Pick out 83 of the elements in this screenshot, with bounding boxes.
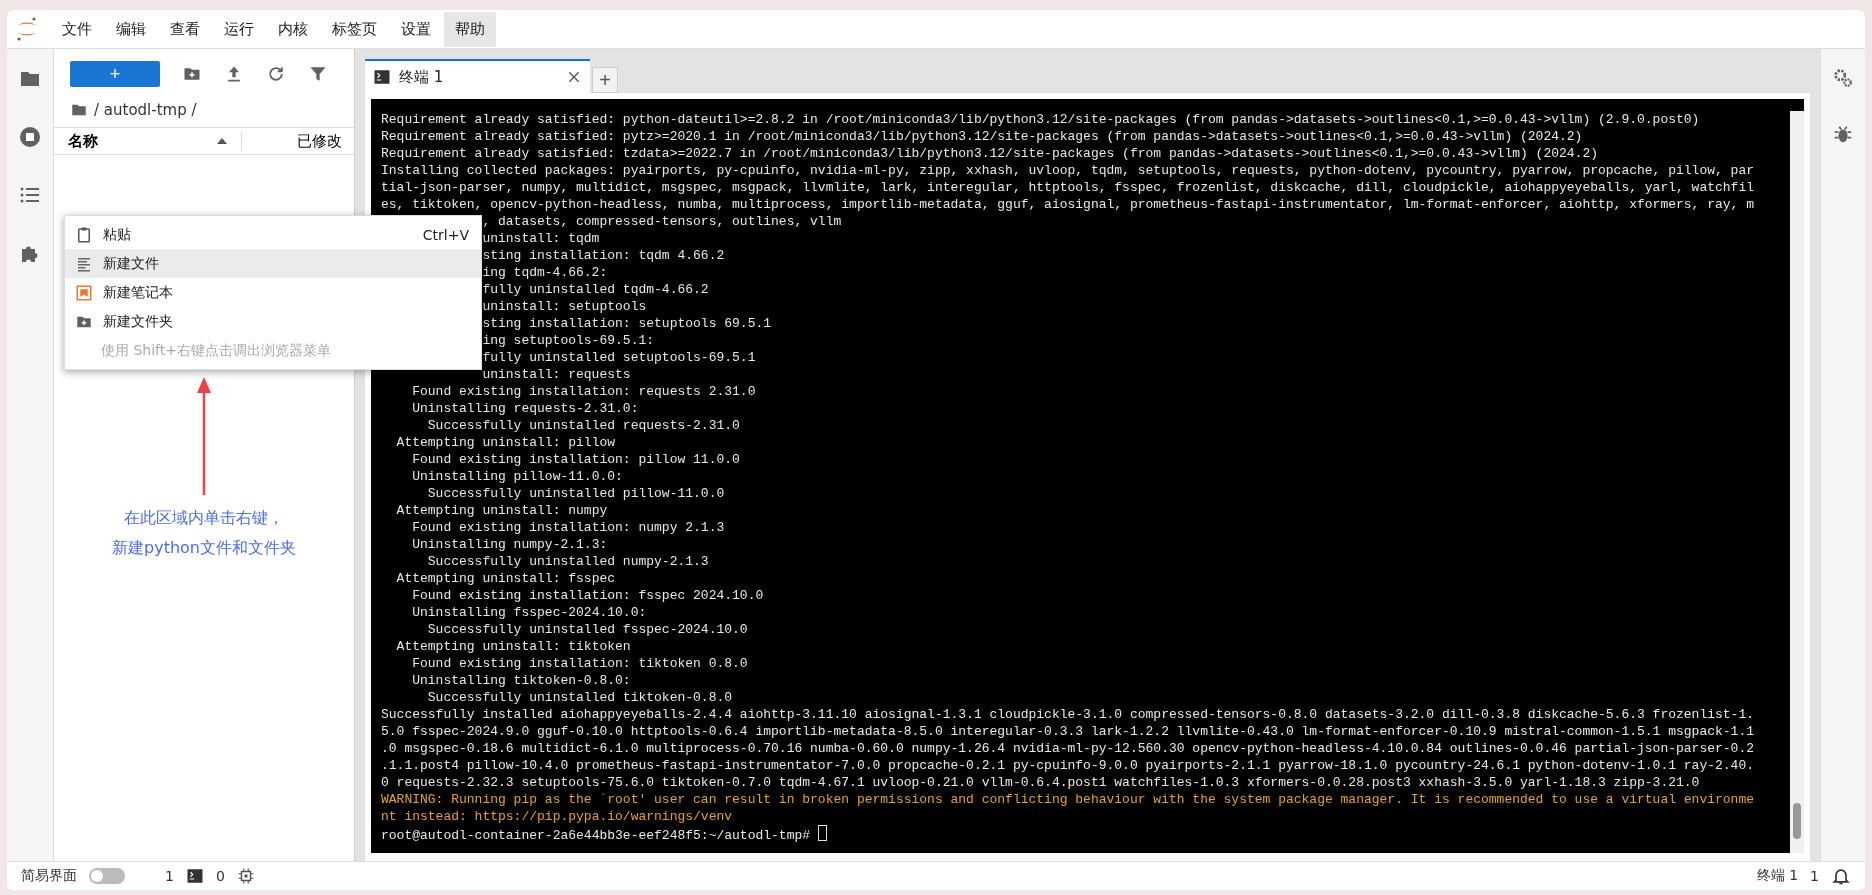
terminal-line: Successfully uninstalled requests-2.31.0 — [426, 418, 740, 433]
terminal-line: Successfully uninstalled tiktoken-0.8.0 — [426, 690, 733, 705]
status-label: 简易界面 — [21, 867, 77, 885]
terminal-icon[interactable] — [373, 68, 391, 86]
terminal-line: Attempting uninstall: tiktoken — [395, 639, 631, 654]
terminal-line: sting installation: setuptools 69.5.1 — [482, 316, 772, 331]
terminal-line: Successfully uninstalled numpy-2.1.3 — [426, 554, 709, 569]
toggle-switch[interactable] — [89, 868, 125, 884]
notebook-icon[interactable] — [75, 283, 93, 302]
terminal-line: Installing collected packages: pyairports, py-cpuinfo, nvidia-ml-py, zipp, xxhash, uvloop, tqdm, setuptools, requests, python-dotenv, pycountry, pyarrow, propcache, pillow, par — [381, 163, 1755, 178]
terminal-line: Attempting uninstall: numpy — [395, 503, 608, 518]
menu-item[interactable]: 运行 — [213, 11, 265, 47]
terminal-line: ing setuptools-69.5.1: — [482, 333, 655, 348]
terminal-line: Uninstalling numpy-2.1.3: — [411, 537, 608, 552]
terminal-line: Uninstalling tiktoken-0.8.0: — [411, 673, 631, 688]
sort-caret-icon — [217, 138, 227, 144]
menu-item[interactable]: 新建笔记本 — [65, 278, 481, 307]
menu-item[interactable]: 内核 — [267, 11, 319, 47]
stop-circle-icon[interactable] — [18, 125, 42, 149]
terminal-line: fully uninstalled setuptools-69.5.1 — [482, 350, 756, 365]
terminal-line: sting installation: tqdm 4.66.2 — [482, 248, 725, 263]
terminal-line: Successfully uninstalled pillow-11.0.0 — [426, 486, 725, 501]
column-header[interactable]: 名称 — [54, 131, 242, 151]
terminal-line: 0 requests-2.32.3 setuptools-75.6.0 tiktoken-0.7.0 tqdm-4.67.1 uvloop-0.21.0 vllm-0.6.4.post1 watchfiles-1.0.3 xformers-0.0.28.post3 xxhash-3.5.0 yarl-1.18.3 zipp-3.21.0 — [381, 775, 1700, 790]
terminal-line: .0 msgspec-0.18.6 multidict-6.1.0 multiprocess-0.70.16 numba-0.60.0 numpy-1.26.4 nvidia-ml-py-12.560.30 opencv-python-headless-4.10.0.84 outlines-0.0.46 partial-json-parser-0.2 — [381, 741, 1755, 756]
menu-item[interactable]: 粘贴 Ctrl+V — [65, 220, 481, 249]
terminal-line: WARNING: Running pip as the `root' user can result in broken permissions and conflicting behaviour with the system package manager. It is recommended to use a virtual environme — [381, 792, 1755, 807]
terminal-line: ing tqdm-4.66.2: — [482, 265, 608, 280]
kernel-count: 0 — [215, 868, 225, 884]
terminal-line: Found existing installation: numpy 2.1.3 — [411, 520, 725, 535]
terminal-tab[interactable]: 终端 1 — [365, 59, 590, 93]
menu-item[interactable]: 新建文件 — [65, 249, 481, 278]
terminal-line: Uninstalling fsspec-2024.10.0: — [411, 605, 647, 620]
new-launcher-button[interactable]: + — [70, 61, 160, 87]
terminal-line: Found existing installation: requests 2.31.0 — [411, 384, 756, 399]
terminal-line: fully uninstalled tqdm-4.66.2 — [482, 282, 709, 297]
terminal-line: , datasets, compressed-tensors, outlines, vllm — [482, 214, 842, 229]
filter-icon[interactable] — [308, 64, 328, 84]
terminal-line: uninstall: setuptools — [482, 299, 647, 314]
terminal-count: 1 — [165, 868, 174, 884]
terminal-line: Successfully uninstalled fsspec-2024.10.0 — [426, 622, 748, 637]
terminal-line: 5.0 fsspec-2024.9.0 gguf-0.10.0 httptools-0.6.4 importlib-metadata-8.5.0 interegular-0.3.3 lark-1.2.2 llvmlite-0.43.0 lm-format-enforcer-0.10.9 mistral-common-1.5.1 msgpack-1.1 — [381, 724, 1755, 739]
terminal-line: Requirement already satisfied: pytz>=2020.1 in /root/miniconda3/lib/python3.12/site-packages (from pandas->datasets->outlines<0.1,>=0.0.43->vllm) (2024.2) — [381, 129, 1583, 144]
notification-count: 1 — [1810, 868, 1819, 884]
menu-item[interactable]: 文件 — [51, 11, 103, 47]
chip-icon[interactable] — [236, 867, 255, 885]
text-cursor — [817, 825, 827, 841]
terminal-icon[interactable] — [185, 867, 204, 885]
terminal-line: Requirement already satisfied: tzdata>=2022.7 in /root/miniconda3/lib/python3.12/site-packages (from pandas->datasets->outlines<0.1,>=0.0.43->vllm) (2024.2) — [381, 146, 1598, 161]
column-header[interactable]: 已修改 — [242, 131, 354, 151]
menu-hint: 使用 Shift+右键点击调出浏览器菜单 — [100, 340, 332, 360]
breadcrumb-path[interactable]: / autodl-tmp / — [94, 101, 197, 119]
terminal-line: Uninstalling pillow-11.0.0: — [411, 469, 623, 484]
terminal-line: Found existing installation: fsspec 2024.10.0 — [411, 588, 764, 603]
menu-item[interactable]: 编辑 — [105, 11, 157, 47]
menu-item[interactable]: 标签页 — [321, 11, 388, 47]
scrollbar[interactable] — [1790, 111, 1804, 853]
menu-item[interactable]: 帮助 — [444, 11, 496, 47]
terminal-line: Found existing installation: tiktoken 0.8.0 — [411, 656, 748, 671]
terminal-line: Uninstalling requests-2.31.0: — [411, 401, 639, 416]
terminal-line: Found existing installation: pillow 11.0.0 — [411, 452, 740, 467]
bell-icon[interactable] — [1831, 866, 1851, 886]
add-tab-button[interactable]: + — [592, 67, 618, 93]
terminal-line: tial-json-parser, numpy, multidict, msgspec, msgpack, llvmlite, lark, interegular, httptools, fsspec, frozenlist, diskcache, dill, cloudpickle, aiohappyeyeballs, yarl, watchfil — [381, 180, 1755, 195]
clipboard-icon[interactable] — [75, 225, 93, 244]
terminal-line: nt instead: https://pip.pypa.io/warnings/venv — [381, 809, 733, 824]
terminal-line: Successfully installed aiohappyeyeballs-2.4.4 aiohttp-3.11.10 aiosignal-1.3.1 cloudpickle-3.1.0 compressed-tensors-0.8.0 datasets-3.2.0 dill-0.3.8 diskcache-5.6.3 frozenlist-1. — [381, 707, 1755, 722]
terminal-prompt: root@autodl-container-2a6e44bb3e-eef248f5:~/autodl-tmp# — [381, 828, 811, 843]
menu-item[interactable]: 设置 — [390, 11, 442, 47]
status-label[interactable]: 终端 1 — [1756, 867, 1799, 885]
menu-item[interactable]: 新建文件夹 — [65, 307, 481, 336]
refresh-icon[interactable] — [266, 64, 286, 84]
menu-item[interactable]: 查看 — [159, 11, 211, 47]
terminal-line: uninstall: tqdm — [482, 231, 600, 246]
terminal-line: uninstall: requests — [482, 367, 631, 382]
terminal-line: es, tiktoken, opencv-python-headless, numba, multiprocess, importlib-metadata, gguf, aiosignal, prometheus-fastapi-instrumentator, lm-format-enforcer, aiohttp, xformers, ray, m — [381, 197, 1755, 212]
close-icon[interactable] — [566, 69, 582, 85]
terminal-line: Attempting uninstall: fsspec — [395, 571, 616, 586]
gears-icon[interactable] — [1832, 67, 1854, 89]
terminal-line: .1.1.post4 pillow-10.4.0 prometheus-fastapi-instrumentator-7.0.0 propcache-0.2.1 py-cpuinfo-9.0.0 pyairports-2.1.1 pyarrow-18.1.0 pycountry-24.6.1 python-dotenv-1.0.1 ray-2.40. — [381, 758, 1755, 773]
terminal-line: Requirement already satisfied: python-dateutil>=2.8.2 in /root/miniconda3/lib/python3.12/site-packages (from pandas->datasets->outlines<0.1,>=0.0.43->vllm) (2.9.0.post0) — [381, 112, 1700, 127]
terminal-line: Attempting uninstall: pillow — [395, 435, 616, 450]
annotation-text: 在此区域内单击右键， 新建python文件和文件夹 — [112, 507, 296, 559]
